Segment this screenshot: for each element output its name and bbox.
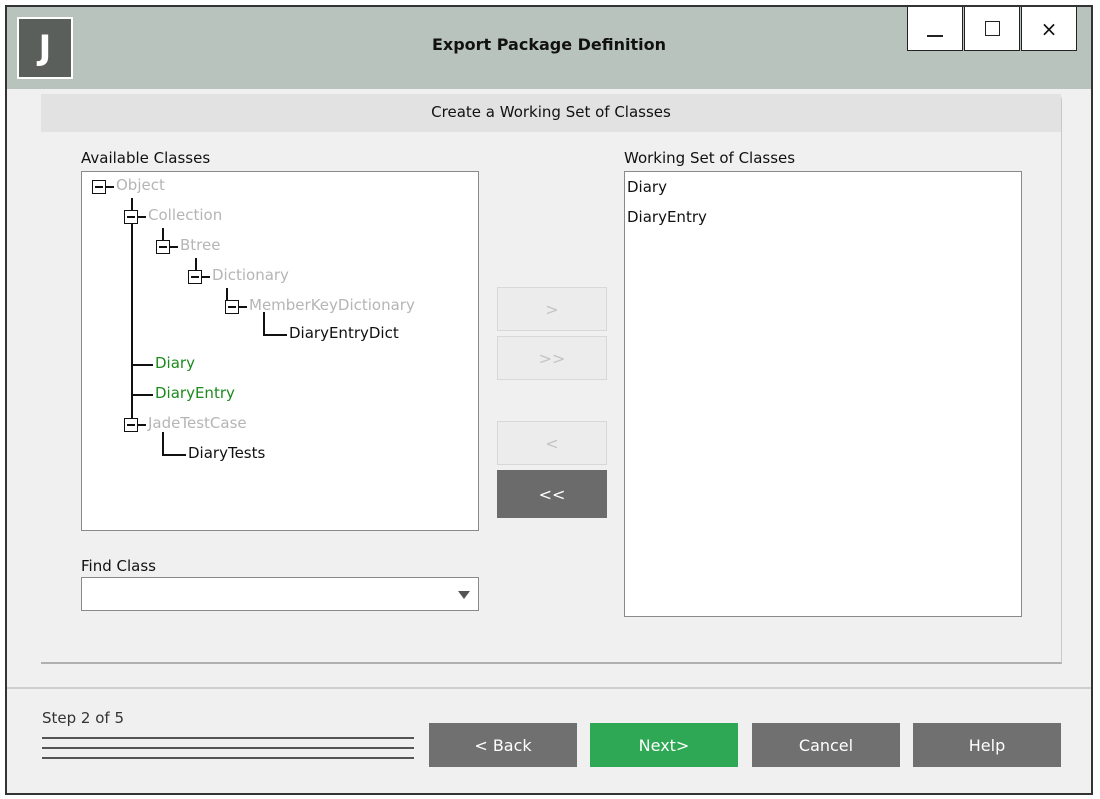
tree-node-collection[interactable]: Collection	[148, 206, 222, 224]
tree-node-dictionary[interactable]: Dictionary	[212, 266, 289, 284]
tree-node-diary[interactable]: Diary	[155, 354, 195, 372]
wizard-panel: Create a Working Set of Classes Availabl…	[41, 94, 1062, 664]
tree-node-object[interactable]: Object	[116, 176, 165, 194]
working-set-label: Working Set of Classes	[624, 149, 796, 167]
tree-node-diaryentrydict[interactable]: DiaryEntryDict	[289, 324, 399, 342]
tree-line	[106, 186, 114, 188]
remove-all-classes-button[interactable]: <<	[497, 470, 607, 518]
find-class-combobox[interactable]	[81, 577, 479, 611]
available-classes-tree[interactable]: Object Collection Btree Dictionary Membe…	[81, 171, 479, 531]
remove-class-button[interactable]: <	[497, 421, 607, 465]
progress-line	[42, 757, 414, 759]
add-all-classes-button[interactable]: >>	[497, 336, 607, 380]
panel-header: Create a Working Set of Classes	[41, 94, 1061, 132]
available-classes-label: Available Classes	[81, 149, 211, 167]
collapse-icon[interactable]	[225, 300, 239, 314]
minimize-button[interactable]	[907, 7, 963, 51]
progress-line	[42, 747, 414, 749]
collapse-icon[interactable]	[156, 240, 170, 254]
collapse-icon[interactable]	[124, 210, 138, 224]
collapse-icon[interactable]	[92, 180, 106, 194]
minimize-icon	[927, 34, 943, 37]
tree-line	[202, 276, 210, 278]
tree-line	[239, 306, 247, 308]
tree-node-memberkeydictionary[interactable]: MemberKeyDictionary	[249, 296, 415, 314]
tree-line	[170, 246, 178, 248]
add-class-button[interactable]: >	[497, 287, 607, 331]
tree-node-jadetestcase[interactable]: JadeTestCase	[148, 414, 247, 432]
step-indicator: Step 2 of 5	[42, 709, 125, 727]
list-item[interactable]: DiaryEntry	[627, 208, 707, 226]
tree-line	[162, 454, 186, 456]
back-button[interactable]: < Back	[429, 723, 577, 767]
dialog-window: J Export Package Definition × Create a W…	[5, 5, 1093, 795]
list-item[interactable]: Diary	[627, 178, 667, 196]
tree-line	[131, 364, 153, 366]
collapse-icon[interactable]	[124, 418, 138, 432]
next-button[interactable]: Next>	[590, 723, 738, 767]
working-set-list[interactable]: Diary DiaryEntry	[624, 171, 1022, 617]
tree-line	[138, 424, 146, 426]
help-button[interactable]: Help	[913, 723, 1061, 767]
title-bar[interactable]: J Export Package Definition ×	[7, 7, 1091, 89]
close-icon: ×	[1040, 16, 1058, 41]
tree-line	[162, 432, 164, 454]
tree-line	[263, 312, 265, 334]
find-class-label: Find Class	[81, 557, 156, 575]
maximize-button[interactable]	[964, 7, 1020, 51]
tree-line	[131, 198, 133, 424]
cancel-button[interactable]: Cancel	[752, 723, 900, 767]
dropdown-arrow-icon[interactable]	[458, 591, 470, 599]
tree-node-diarytests[interactable]: DiaryTests	[188, 444, 265, 462]
tree-node-btree[interactable]: Btree	[180, 236, 220, 254]
tree-line	[131, 394, 153, 396]
footer-divider	[7, 687, 1091, 689]
close-button[interactable]: ×	[1021, 7, 1077, 51]
tree-node-diaryentry[interactable]: DiaryEntry	[155, 384, 235, 402]
tree-line	[138, 216, 146, 218]
progress-line	[42, 737, 414, 739]
tree-line	[263, 334, 287, 336]
collapse-icon[interactable]	[188, 270, 202, 284]
maximize-icon	[984, 21, 1000, 36]
